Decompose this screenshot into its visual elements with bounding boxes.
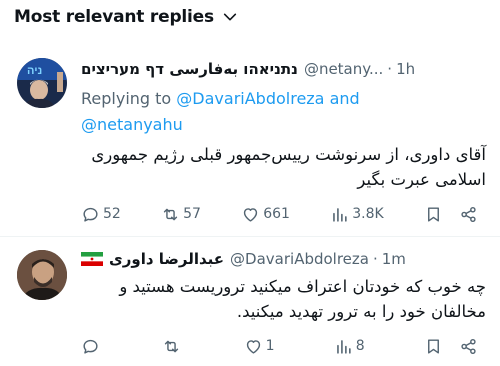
author-handle[interactable]: @netany... bbox=[304, 60, 383, 78]
repost-count: 57 bbox=[183, 206, 201, 222]
share-icon bbox=[461, 338, 476, 354]
avatar[interactable] bbox=[17, 250, 67, 300]
reply-post[interactable]: عبدالرضا داوری @DavariAbdolreza · 1m چه … bbox=[0, 242, 500, 366]
repost-button[interactable] bbox=[162, 337, 184, 356]
post-actions: 1 8 bbox=[81, 335, 478, 357]
replies-sort-title: Most relevant replies bbox=[14, 7, 214, 27]
bookmark-button[interactable] bbox=[424, 205, 443, 224]
iran-flag-icon bbox=[81, 252, 103, 266]
repost-icon bbox=[165, 340, 179, 352]
like-icon bbox=[244, 207, 258, 222]
replies-sort-header[interactable]: Most relevant replies bbox=[14, 4, 238, 30]
like-icon bbox=[246, 339, 260, 354]
repost-icon bbox=[163, 208, 178, 220]
post-actions: 52 57 661 3.8K bbox=[81, 203, 478, 225]
share-button[interactable] bbox=[459, 337, 478, 356]
reply-count: 52 bbox=[103, 206, 121, 222]
like-count: 661 bbox=[263, 206, 290, 222]
replying-to: Replying to @DavariAbdolreza and @netany… bbox=[81, 86, 401, 138]
reply-button[interactable]: 52 bbox=[81, 205, 121, 224]
repost-button[interactable]: 57 bbox=[161, 205, 201, 224]
views-icon bbox=[336, 339, 351, 354]
separator-dot: · bbox=[372, 250, 378, 268]
separator-dot: · bbox=[387, 60, 393, 78]
share-icon bbox=[461, 206, 476, 222]
more-icon[interactable] bbox=[466, 58, 486, 78]
author-row: عبدالرضا داوری @DavariAbdolreza · 1m bbox=[81, 250, 486, 268]
views-count: 3.8K bbox=[352, 206, 384, 222]
reply-icon bbox=[83, 207, 98, 222]
bookmark-icon bbox=[428, 206, 439, 222]
views-button[interactable]: 8 bbox=[334, 337, 365, 356]
post-text: آقای داوری، از سرنوشت رییس‌جمهور قبلی رژ… bbox=[91, 145, 486, 189]
views-count: 8 bbox=[355, 338, 365, 354]
mention-link[interactable]: @netanyahu bbox=[81, 115, 183, 134]
reply-button[interactable] bbox=[81, 337, 103, 356]
post-secondary-actions bbox=[424, 205, 478, 224]
like-button[interactable]: 1 bbox=[244, 337, 275, 356]
post-time[interactable]: 1h bbox=[396, 60, 415, 78]
bookmark-icon bbox=[428, 338, 439, 354]
author-display-name[interactable]: عبدالرضا داوری bbox=[109, 250, 224, 268]
avatar[interactable]: ניה bbox=[17, 58, 67, 108]
replying-and: and bbox=[324, 89, 360, 108]
post-time[interactable]: 1m bbox=[382, 250, 406, 268]
post-secondary-actions bbox=[424, 337, 478, 356]
reply-icon bbox=[83, 339, 98, 354]
like-button[interactable]: 661 bbox=[241, 205, 290, 224]
chevron-down-icon[interactable] bbox=[222, 9, 238, 25]
author-display-name[interactable]: נתניאהו بەفارسی דף מעריצים bbox=[81, 60, 298, 78]
mention-link[interactable]: @DavariAbdolreza bbox=[176, 89, 324, 108]
views-icon bbox=[333, 207, 347, 222]
views-button[interactable]: 3.8K bbox=[330, 205, 384, 224]
svg-text:ניה: ניה bbox=[27, 65, 42, 77]
replying-prefix: Replying to bbox=[81, 89, 177, 108]
divider bbox=[0, 236, 500, 237]
share-button[interactable] bbox=[459, 205, 478, 224]
post-text: چه خوب که خودتان اعتراف میکنید تروریست ه… bbox=[119, 277, 486, 321]
author-handle[interactable]: @DavariAbdolreza bbox=[230, 250, 369, 268]
reply-post[interactable]: ניה נתניאהו بەفارسی דף מעריצים @netany..… bbox=[0, 52, 500, 234]
bookmark-button[interactable] bbox=[424, 337, 443, 356]
like-count: 1 bbox=[265, 338, 275, 354]
author-row: נתניאהו بەفارسی דף מעריצים @netany... · … bbox=[81, 60, 486, 78]
